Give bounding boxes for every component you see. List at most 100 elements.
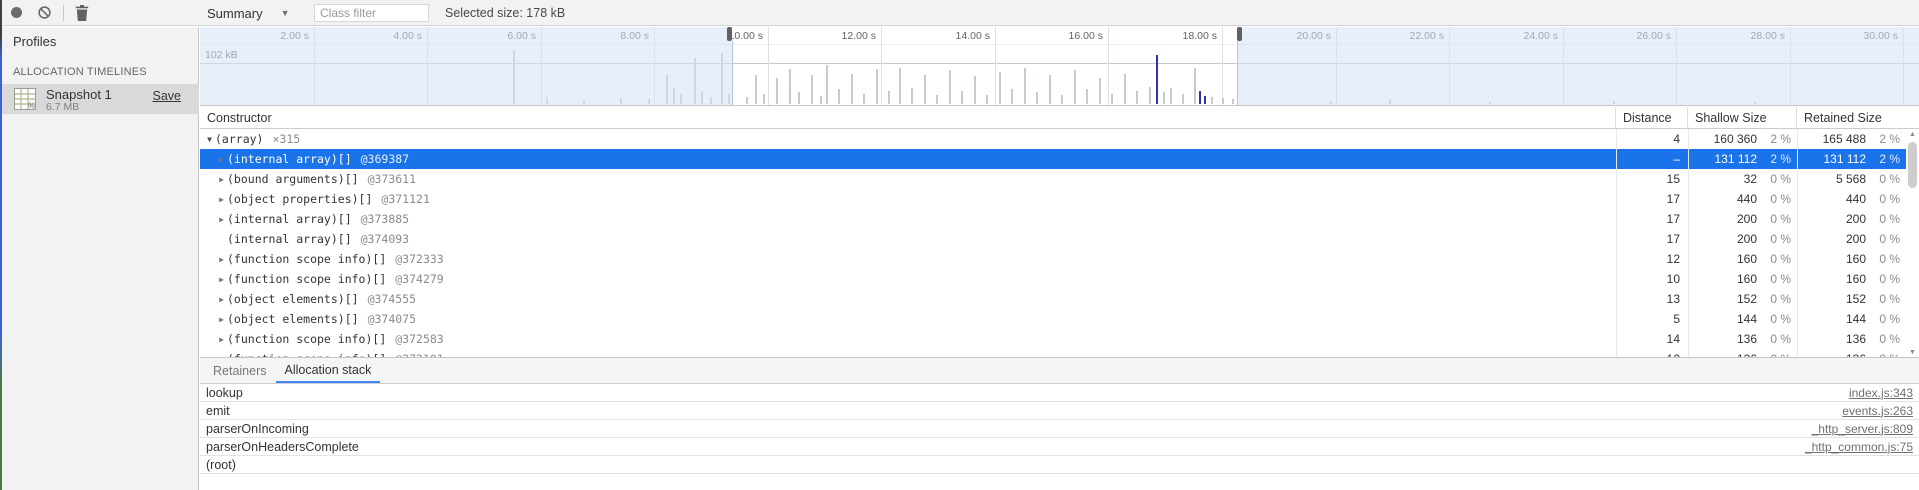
table-row[interactable]: ▼(array)×3154160 3602 %165 4882 % bbox=[200, 129, 1906, 149]
retained-size-cell: 2000 % bbox=[1797, 232, 1906, 246]
detail-tabs: RetainersAllocation stack bbox=[200, 358, 1919, 384]
table-row[interactable]: ▶(internal array)[]@369387–131 1122 %131… bbox=[200, 149, 1906, 169]
source-link[interactable]: events.js:263 bbox=[1842, 404, 1913, 418]
timeline-bar bbox=[924, 75, 926, 104]
column-header-distance[interactable]: Distance bbox=[1616, 107, 1688, 128]
timeline-gridline bbox=[881, 27, 882, 106]
expand-arrow-icon[interactable]: ▶ bbox=[216, 215, 227, 224]
table-header: Constructor Distance Shallow Size Retain… bbox=[200, 107, 1919, 129]
retained-size-cell: 2000 % bbox=[1797, 212, 1906, 226]
shallow-size-percent: 2 % bbox=[1757, 152, 1791, 166]
table-row[interactable]: ▶(object elements)[]@37407551440 %1440 % bbox=[200, 309, 1906, 329]
expand-arrow-icon[interactable]: ▶ bbox=[216, 175, 227, 184]
distance-cell: 15 bbox=[1616, 172, 1688, 186]
expand-arrow-icon[interactable]: ▶ bbox=[216, 155, 227, 164]
selection-handle-right[interactable] bbox=[1237, 27, 1242, 41]
save-link[interactable]: Save bbox=[153, 89, 182, 103]
function-name: parserOnHeadersComplete bbox=[206, 440, 359, 454]
expand-arrow-icon[interactable]: ▶ bbox=[216, 335, 227, 344]
column-header-constructor[interactable]: Constructor bbox=[200, 107, 1616, 128]
expand-arrow-icon[interactable]: ▶ bbox=[216, 275, 227, 284]
scroll-thumb[interactable] bbox=[1908, 142, 1917, 188]
allocation-timeline[interactable]: 102 kB 2.00 s4.00 s6.00 s8.00 s10.00 s12… bbox=[200, 27, 1919, 106]
selection-edge-line bbox=[1237, 41, 1238, 106]
retained-size-cell: 1600 % bbox=[1797, 252, 1906, 266]
table-row[interactable]: ▶(function scope info)[]@372333121600 %1… bbox=[200, 249, 1906, 269]
constructor-name: (function scope info)[] bbox=[227, 252, 386, 266]
expand-arrow-icon[interactable]: ▶ bbox=[216, 195, 227, 204]
expand-arrow-icon[interactable]: ▶ bbox=[216, 255, 227, 264]
constructor-cell: ▶(function scope info)[]@374279 bbox=[200, 272, 1616, 286]
constructor-cell: ▶(object properties)[]@371121 bbox=[200, 192, 1616, 206]
shallow-size-cell: 320 % bbox=[1688, 172, 1797, 186]
collapse-arrow-icon[interactable]: ▼ bbox=[204, 135, 215, 144]
shallow-size-value: 160 360 bbox=[1714, 132, 1757, 146]
expand-arrow-icon[interactable]: ▶ bbox=[216, 315, 227, 324]
object-id: @372333 bbox=[395, 252, 443, 266]
retained-size-percent: 0 % bbox=[1866, 212, 1900, 226]
svg-text:%: % bbox=[28, 102, 35, 110]
source-link[interactable]: index.js:343 bbox=[1849, 386, 1913, 400]
column-header-retained-size[interactable]: Retained Size bbox=[1797, 107, 1906, 128]
summary-select[interactable]: Summary ▼ bbox=[207, 4, 290, 22]
shallow-size-percent: 2 % bbox=[1757, 132, 1791, 146]
object-id: @369387 bbox=[361, 152, 409, 166]
object-id: @373611 bbox=[368, 172, 416, 186]
delete-profile-icon[interactable] bbox=[75, 5, 89, 21]
timeline-bar bbox=[1086, 89, 1088, 104]
column-divider bbox=[1797, 129, 1798, 358]
retained-size-value: 165 488 bbox=[1823, 132, 1866, 146]
timeline-bar bbox=[1232, 99, 1234, 104]
shallow-size-percent: 0 % bbox=[1757, 232, 1791, 246]
table-scrollbar[interactable]: ▲ ▼ bbox=[1906, 129, 1919, 358]
retained-size-cell: 1440 % bbox=[1797, 312, 1906, 326]
scroll-down-icon[interactable]: ▼ bbox=[1906, 349, 1919, 356]
tab-allocation-stack[interactable]: Allocation stack bbox=[276, 358, 381, 383]
retained-size-value: 144 bbox=[1846, 312, 1866, 326]
table-row[interactable]: ▶(bound arguments)[]@37361115320 %5 5680… bbox=[200, 169, 1906, 189]
selection-handle-left[interactable] bbox=[727, 27, 732, 41]
tab-retainers[interactable]: Retainers bbox=[204, 358, 276, 383]
class-filter-input[interactable] bbox=[314, 4, 429, 22]
snapshot-size: 6.7 MB bbox=[46, 101, 79, 113]
snapshot-item[interactable]: % Snapshot 1 6.7 MB Save bbox=[2, 84, 199, 114]
source-link[interactable]: _http_common.js:75 bbox=[1805, 440, 1913, 454]
table-row[interactable]: ▶(function scope info)[]@374279101600 %1… bbox=[200, 269, 1906, 289]
retained-size-value: 131 112 bbox=[1824, 152, 1867, 166]
shallow-size-percent: 0 % bbox=[1757, 332, 1791, 346]
record-button[interactable] bbox=[11, 7, 22, 18]
distance-cell: 17 bbox=[1616, 232, 1688, 246]
function-name: lookup bbox=[206, 386, 243, 400]
heap-object-table: Constructor Distance Shallow Size Retain… bbox=[200, 107, 1919, 358]
constructor-cell: ▶(function scope info)[] @372333 bbox=[200, 252, 1616, 266]
table-row[interactable]: ▶(object elements)[]@374555131520 %1520 … bbox=[200, 289, 1906, 309]
timeline-bar bbox=[936, 95, 938, 104]
timeline-bar bbox=[1111, 94, 1113, 104]
table-row[interactable]: (internal array)[]@374093172000 %2000 % bbox=[200, 229, 1906, 249]
expand-arrow-icon[interactable]: ▶ bbox=[216, 295, 227, 304]
object-id: @374075 bbox=[368, 312, 416, 326]
clear-profiles-icon[interactable] bbox=[38, 6, 51, 19]
function-name: parserOnIncoming bbox=[206, 422, 309, 436]
timeline-bar bbox=[789, 69, 791, 104]
table-row[interactable]: ▶(internal array)[]@373885172000 %2000 % bbox=[200, 209, 1906, 229]
timeline-bar bbox=[1211, 97, 1213, 104]
retained-size-percent: 0 % bbox=[1866, 292, 1900, 306]
column-header-shallow-size[interactable]: Shallow Size bbox=[1688, 107, 1797, 128]
stack-frame-row: parserOnIncoming _http_server.js:809 bbox=[200, 420, 1919, 438]
table-row[interactable]: ▶(function scope info)[]@372101121360 %1… bbox=[200, 349, 1906, 358]
scroll-up-icon[interactable]: ▲ bbox=[1906, 131, 1919, 138]
source-link[interactable]: _http_server.js:809 bbox=[1812, 422, 1913, 436]
table-row[interactable]: ▶(function scope info)[]@372583141360 %1… bbox=[200, 329, 1906, 349]
object-id: @374093 bbox=[361, 232, 409, 246]
constructor-cell: ▶(function scope info)[]@372583 bbox=[200, 332, 1616, 346]
distance-cell: 13 bbox=[1616, 292, 1688, 306]
shallow-size-cell: 131 1122 % bbox=[1688, 152, 1797, 166]
timeline-bar bbox=[974, 76, 976, 104]
table-body: ▼(array)×3154160 3602 %165 4882 %▶(inter… bbox=[200, 129, 1906, 358]
retained-size-cell: 1520 % bbox=[1797, 292, 1906, 306]
shallow-size-cell: 1600 % bbox=[1688, 252, 1797, 266]
table-row[interactable]: ▶(object properties)[]@371121174400 %440… bbox=[200, 189, 1906, 209]
constructor-name: (internal array)[] bbox=[227, 152, 352, 166]
constructor-cell: ▶(bound arguments)[]@373611 bbox=[200, 172, 1616, 186]
